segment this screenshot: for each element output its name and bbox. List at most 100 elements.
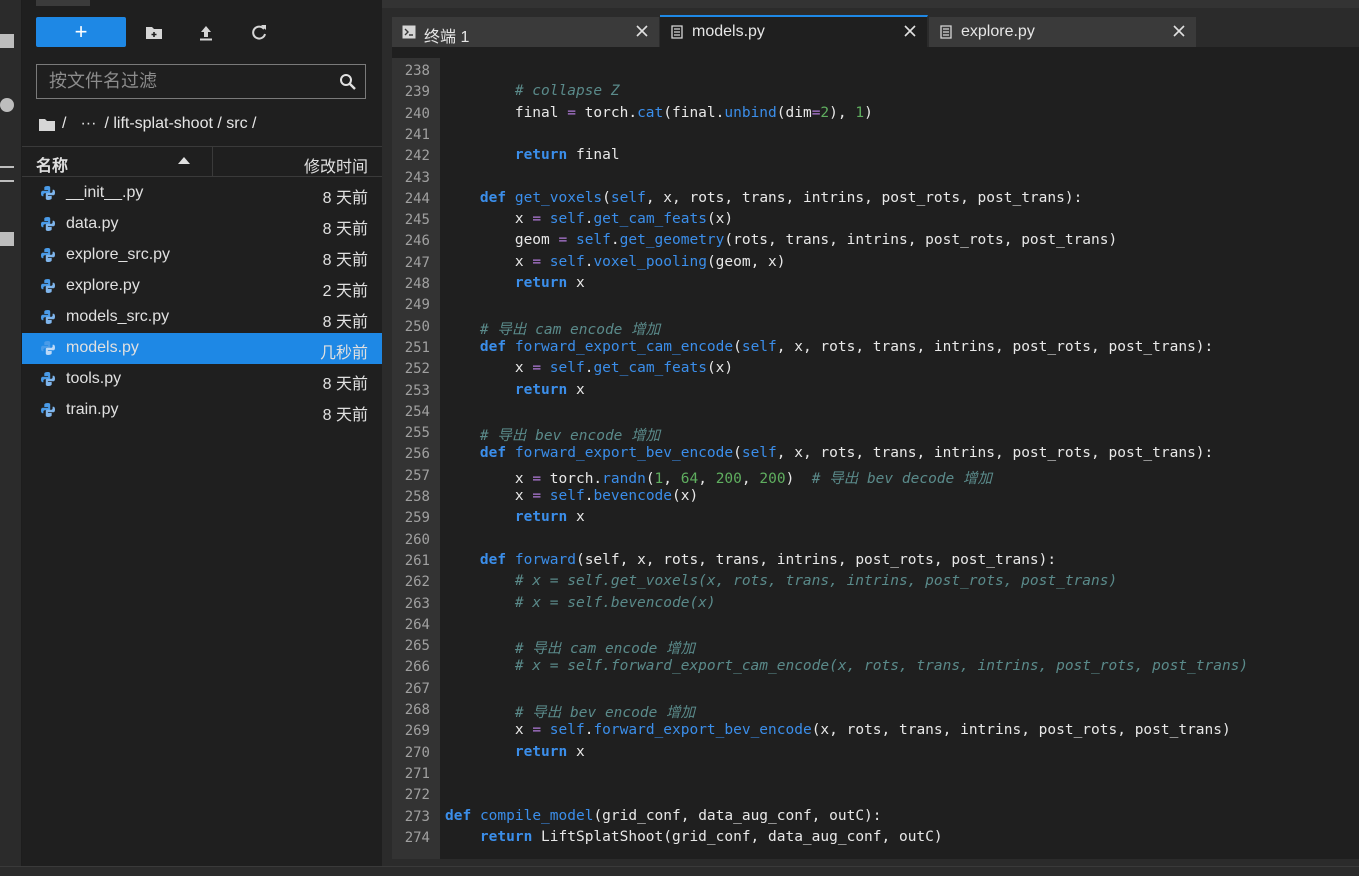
sort-ascending-icon[interactable] bbox=[178, 157, 190, 164]
line-number: 272 bbox=[404, 787, 430, 804]
code-token: 200 bbox=[715, 470, 742, 487]
file-browser-toolbar: + bbox=[36, 17, 376, 49]
file-row[interactable]: train.py 8 天前 bbox=[22, 395, 382, 426]
tab-models-py[interactable]: models.py bbox=[660, 15, 928, 47]
file-row[interactable]: tools.py 8 天前 bbox=[22, 364, 382, 395]
editor-area: 终端 1 models.py explore.py 238 239 240 24… bbox=[392, 15, 1359, 859]
code-line: # 导出 bev encode 增加 bbox=[445, 424, 660, 445]
code-token: x bbox=[445, 360, 533, 377]
code-line: final = torch.cat(final.unbind(dim=2), 1… bbox=[445, 105, 873, 121]
python-file-icon bbox=[41, 341, 55, 355]
code-token: # x = self.forward_export_cam_encode(x, … bbox=[514, 658, 1249, 675]
file-name: explore_src.py bbox=[66, 246, 171, 263]
code-line: return x bbox=[445, 382, 585, 398]
refresh-icon[interactable] bbox=[249, 23, 269, 43]
line-number: 253 bbox=[404, 382, 430, 399]
close-icon[interactable] bbox=[1172, 24, 1186, 38]
code-token: = bbox=[567, 104, 576, 121]
line-number: 250 bbox=[404, 318, 430, 335]
editor-top-bar bbox=[382, 0, 1359, 8]
code-line: # 导出 cam encode 增加 bbox=[445, 318, 660, 339]
code-token: (x) bbox=[706, 211, 734, 228]
file-name: data.py bbox=[66, 215, 119, 232]
line-number: 247 bbox=[404, 254, 430, 271]
file-modified-time: 8 天前 bbox=[322, 252, 368, 269]
file-row[interactable]: models.py 几秒前 bbox=[22, 333, 382, 364]
folder-icon[interactable] bbox=[0, 34, 14, 48]
code-token: # 导出 cam encode 增加 bbox=[514, 641, 696, 658]
breadcrumb: / ··· / lift-splat-shoot / src / bbox=[38, 114, 262, 134]
line-number: 251 bbox=[404, 339, 430, 356]
upload-icon[interactable] bbox=[196, 23, 216, 43]
code-line: return x bbox=[445, 744, 585, 760]
code-token: return bbox=[514, 509, 568, 526]
commands-icon[interactable] bbox=[0, 166, 14, 182]
code-token: self bbox=[549, 253, 585, 270]
code-line: # 导出 bev encode 增加 bbox=[445, 701, 695, 722]
code-token: self bbox=[549, 488, 585, 504]
line-number: 255 bbox=[404, 425, 430, 442]
file-row[interactable]: explore_src.py 8 天前 bbox=[22, 240, 382, 271]
breadcrumb-path[interactable]: / lift-splat-shoot / src / bbox=[104, 115, 256, 133]
code-token: def bbox=[479, 189, 507, 206]
code-token: x bbox=[445, 722, 533, 739]
close-icon[interactable] bbox=[903, 24, 917, 38]
modified-column-header[interactable]: 修改时间 bbox=[304, 153, 368, 177]
line-number: 242 bbox=[404, 148, 430, 165]
breadcrumb-root[interactable]: / bbox=[62, 115, 66, 133]
code-line: return x bbox=[445, 275, 585, 291]
close-icon[interactable] bbox=[635, 24, 649, 38]
code-token: self bbox=[549, 211, 585, 228]
code-editor[interactable]: 238 239 240 241 242 243 244 245 246 247 248 249 250 2… bbox=[392, 58, 1359, 859]
python-file-icon bbox=[41, 186, 55, 200]
filter-input[interactable] bbox=[37, 65, 327, 98]
code-token: # 导出 bev encode 增加 bbox=[514, 705, 696, 721]
code-line: x = self.voxel_pooling(geom, x) bbox=[445, 254, 786, 270]
tab-terminal-1[interactable]: 终端 1 bbox=[392, 17, 660, 47]
code-token: randn bbox=[602, 470, 646, 487]
code-token: get_cam_feats bbox=[593, 211, 707, 228]
code-token: (x) bbox=[706, 360, 734, 377]
file-modified-time: 8 天前 bbox=[322, 407, 368, 424]
line-number: 245 bbox=[404, 212, 430, 229]
folder-icon[interactable] bbox=[38, 117, 56, 132]
extension-icon[interactable] bbox=[0, 232, 14, 246]
file-row[interactable]: explore.py 2 天前 bbox=[22, 271, 382, 302]
running-icon[interactable] bbox=[0, 98, 14, 112]
column-divider[interactable] bbox=[212, 147, 213, 176]
breadcrumb-ellipsis[interactable]: ··· bbox=[80, 115, 96, 133]
code-token: = bbox=[532, 211, 542, 228]
tab-bar: 终端 1 models.py explore.py bbox=[392, 15, 1359, 47]
name-column-header[interactable]: 名称 bbox=[36, 152, 68, 176]
new-folder-icon[interactable] bbox=[144, 23, 164, 43]
search-icon[interactable] bbox=[339, 73, 357, 91]
code-token: # x = self.bevencode(x) bbox=[514, 594, 716, 611]
code-line: # x = self.bevencode(x) bbox=[445, 595, 716, 611]
file-row[interactable]: __init__.py 8 天前 bbox=[22, 178, 382, 209]
code-line: return LiftSplatShoot(grid_conf, data_au… bbox=[445, 829, 943, 845]
file-row[interactable]: data.py 8 天前 bbox=[22, 209, 382, 240]
file-modified-time: 8 天前 bbox=[322, 221, 368, 238]
code-token: # 导出 bev encode 增加 bbox=[479, 428, 661, 445]
python-file-icon bbox=[41, 248, 55, 262]
line-number-gutter: 238 239 240 241 242 243 244 245 246 247 248 249 250 2… bbox=[392, 58, 440, 859]
code-token: x bbox=[567, 743, 585, 760]
code-line: def forward(self, x, rots, trans, intrin… bbox=[445, 552, 1056, 568]
tab-explore-py[interactable]: explore.py bbox=[929, 17, 1197, 47]
tab-label: models.py bbox=[692, 23, 765, 40]
code-token: geom bbox=[445, 232, 559, 249]
line-number: 252 bbox=[404, 361, 430, 378]
code-token: x bbox=[445, 253, 533, 270]
new-launcher-button[interactable]: + bbox=[36, 17, 126, 47]
file-row[interactable]: models_src.py 8 天前 bbox=[22, 302, 382, 333]
